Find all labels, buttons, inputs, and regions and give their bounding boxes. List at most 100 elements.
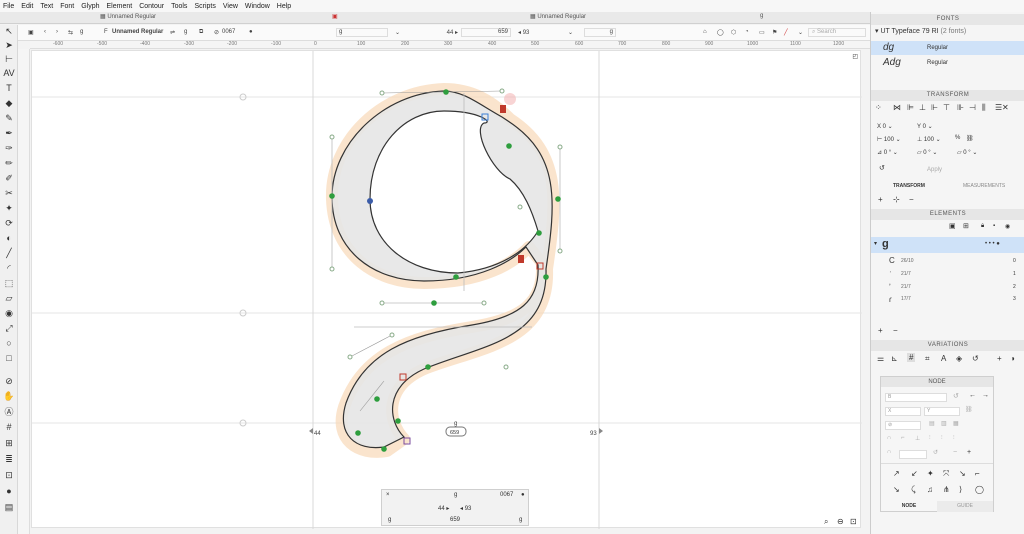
menu-font[interactable]: Font — [60, 3, 74, 10]
node-type-symmetric-icon[interactable]: ⤧ — [943, 469, 949, 479]
variation-grid-icon[interactable]: # — [907, 353, 916, 362]
info-icon[interactable]: ● — [521, 492, 525, 498]
lsb-field[interactable]: 44 ▸ — [418, 29, 458, 36]
node-corner-icon[interactable]: ⌐ — [901, 435, 905, 441]
pen-color-dropdown-icon[interactable]: ⌄ — [798, 29, 803, 36]
fill-tool-icon[interactable]: ◐ — [3, 232, 15, 244]
remove-icon[interactable]: − — [909, 195, 914, 204]
handle-point[interactable] — [347, 354, 353, 360]
align-icon[interactable]: ▭ — [759, 29, 765, 36]
node-point[interactable] — [355, 430, 361, 436]
pencil-tool-icon[interactable]: ✏ — [3, 157, 15, 169]
anchor-tool-icon[interactable]: Ⓐ — [3, 406, 15, 418]
node-align-right-icon[interactable]: ▦ — [953, 420, 959, 427]
add-element-icon[interactable]: + — [878, 326, 883, 335]
tab-glyph-g[interactable]: g — [760, 13, 763, 23]
node-link-icon[interactable]: ⛓ — [965, 406, 973, 413]
sidebar-toggle-icon[interactable]: ▣ — [28, 29, 34, 36]
slant-field[interactable]: ▱ 0 ° ⌄ — [957, 149, 977, 156]
pen-color-icon[interactable]: ╱ — [784, 29, 788, 36]
popup-rsb[interactable]: ◂ 93 — [460, 505, 471, 512]
node-point[interactable] — [395, 418, 401, 424]
contour-label[interactable]: 26/10 — [901, 258, 914, 264]
right-glyph-dropdown-icon[interactable]: ⌄ — [568, 29, 573, 36]
node-align-left-icon[interactable]: ▤ — [929, 420, 935, 427]
arc-tool-icon[interactable]: ◜ — [3, 262, 15, 274]
width-field[interactable]: ⊢ 100 ⌄ — [877, 136, 901, 143]
transform-tool-icon[interactable]: ⬚ — [3, 277, 15, 289]
node-point[interactable] — [443, 89, 449, 95]
handle-point[interactable] — [557, 144, 563, 150]
node-y-field[interactable]: Y — [924, 407, 960, 416]
menu-element[interactable]: Element — [107, 3, 133, 10]
variation-undo-icon[interactable]: ↺ — [972, 354, 979, 363]
back-icon[interactable]: ‹ — [44, 29, 46, 35]
node-curve-icon[interactable]: ∩ — [887, 435, 891, 441]
canvas-corner-icon[interactable]: ◰ — [852, 53, 858, 60]
outline-icon[interactable]: ◯ — [717, 29, 724, 36]
node-point[interactable] — [381, 446, 387, 452]
distribute-icon[interactable]: ⫼ — [982, 103, 986, 113]
fill-preview-icon[interactable]: ● — [3, 485, 15, 497]
node-point[interactable] — [425, 364, 431, 370]
menu-tools[interactable]: Tools — [171, 3, 187, 10]
node-x-field[interactable]: X — [885, 407, 921, 416]
rapid-tool-icon[interactable]: ✦ — [3, 202, 15, 214]
node-remove-icon[interactable]: ∩ — [887, 449, 891, 455]
font-family-row[interactable]: ▾ UT Typeface 79 RI (2 fonts) — [875, 27, 966, 35]
add-icon[interactable]: + — [878, 195, 883, 204]
close-icon[interactable]: × — [386, 492, 390, 498]
flag-icon[interactable]: ⚑ — [772, 29, 777, 36]
undo-transform-icon[interactable]: ↺ — [879, 164, 885, 172]
guides-toggle-icon[interactable]: ⊞ — [3, 437, 15, 449]
bezier-pen-icon[interactable]: ✑ — [3, 142, 15, 154]
skew-field[interactable]: ▱ 0 ° ⌄ — [917, 149, 937, 156]
element-grid-icon[interactable]: ⊞ — [963, 222, 969, 230]
hand-tool-icon[interactable]: ✋ — [3, 390, 15, 402]
ellipse-tool-icon[interactable]: ○ — [3, 337, 15, 349]
menu-view[interactable]: View — [223, 3, 238, 10]
node-point[interactable] — [543, 274, 549, 280]
left-glyph-field[interactable]: g — [336, 28, 388, 37]
variation-sliders-icon[interactable]: ⚌ — [877, 354, 884, 363]
right-glyph-field[interactable]: g — [584, 28, 616, 37]
brush-tool-icon[interactable]: ✎ — [3, 112, 15, 124]
menu-contour[interactable]: Contour — [139, 3, 164, 10]
variation-add-icon[interactable]: + — [997, 354, 1002, 363]
tab-guide[interactable]: GUIDE — [937, 501, 993, 512]
node-merge-icon[interactable]: ⫶ — [941, 435, 943, 442]
y-field[interactable]: Y 0 ⌄ — [917, 123, 933, 130]
link-icon[interactable]: ⇆ — [68, 29, 73, 36]
glyph-canvas[interactable]: 44 93 659 g ◰ ⌕ ⊖ ⊡ — [31, 50, 862, 529]
percent-icon[interactable]: % — [955, 135, 960, 141]
info-icon[interactable]: ● — [249, 29, 253, 35]
tab-node[interactable]: NODE — [881, 501, 937, 512]
expand-icon[interactable]: ▾ — [874, 240, 877, 247]
boolean-icon[interactable]: ⌂ — [703, 29, 707, 35]
node-type-corner-icon[interactable]: ↙ — [911, 469, 918, 478]
align-right-icon[interactable]: ⊩ — [931, 103, 938, 112]
variation-hash-icon[interactable]: ⌗ — [925, 354, 930, 364]
anchor-point[interactable] — [367, 198, 373, 204]
node-point[interactable] — [506, 143, 512, 149]
tab-font-window[interactable]: ▦ Unnamed Regular — [530, 13, 586, 23]
visibility-icon[interactable]: ◉ — [1005, 223, 1010, 230]
text-tool-icon[interactable]: T — [3, 82, 15, 94]
toolbar-font-name[interactable]: Unnamed Regular — [112, 29, 163, 35]
x-field[interactable]: X 0 ⌄ — [877, 123, 893, 130]
variation-crop-icon[interactable]: ⊾ — [891, 354, 898, 363]
element-dots-icon[interactable]: • • • ● — [985, 241, 1000, 247]
element-options-icon[interactable]: ▪ — [993, 223, 995, 229]
add-component-icon[interactable]: ⊹ — [893, 195, 900, 204]
spline-tool-icon[interactable]: ✐ — [3, 172, 15, 184]
menu-window[interactable]: Window — [245, 3, 270, 10]
eyedropper-tool-icon[interactable]: ⊘ — [3, 375, 15, 387]
node-undo-icon[interactable]: ↺ — [933, 449, 938, 456]
search-input[interactable]: ⌕ Search — [808, 28, 866, 37]
apply-button[interactable]: Apply — [927, 167, 942, 173]
rotate-field[interactable]: ⊿ 0 ° ⌄ — [877, 149, 898, 156]
align-middle-icon[interactable]: ⊪ — [957, 103, 964, 112]
zoom-in-icon[interactable]: ⌕ — [824, 517, 828, 527]
contour-label[interactable]: 21/7 — [901, 284, 911, 290]
remove-element-icon[interactable]: − — [893, 326, 898, 335]
